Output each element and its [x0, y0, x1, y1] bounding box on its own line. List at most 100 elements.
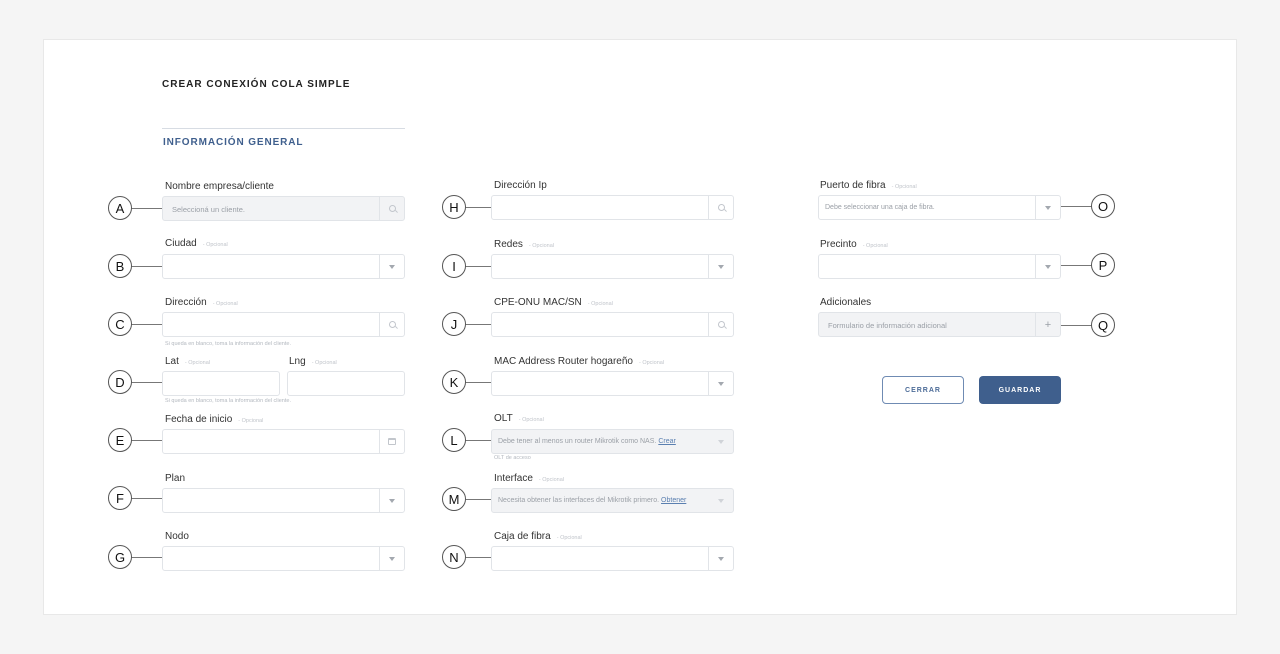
caja-fibra-select[interactable] [491, 546, 734, 571]
callout-connector [131, 498, 162, 499]
interface-label: Interface - Opcional [494, 473, 564, 484]
fecha-inicio-label: Fecha de inicio - Opcional [165, 414, 264, 425]
callout-connector [465, 382, 491, 383]
search-icon[interactable] [708, 196, 733, 219]
optional-tag: - Opcional [184, 360, 210, 366]
callout-connector [131, 208, 162, 209]
callout-connector [131, 440, 162, 441]
callout-badge: B [108, 254, 132, 278]
chevron-down-icon[interactable] [1035, 196, 1060, 219]
direccion-input[interactable] [162, 312, 405, 337]
ciudad-select[interactable] [162, 254, 405, 279]
callout-connector [465, 324, 491, 325]
callout-connector [465, 266, 491, 267]
ciudad-label: Ciudad - Opcional [165, 238, 228, 249]
callout-badge: C [108, 312, 132, 336]
callout-connector [131, 382, 162, 383]
caja-fibra-label: Caja de fibra - Opcional [494, 531, 582, 542]
search-icon[interactable] [708, 313, 733, 336]
section-divider [162, 128, 405, 129]
chevron-down-icon[interactable] [708, 489, 733, 512]
chevron-down-icon[interactable] [379, 255, 404, 278]
close-button[interactable]: CERRAR [882, 376, 964, 404]
lng-input[interactable] [287, 371, 405, 396]
adicionales-placeholder: Formulario de información adicional [828, 321, 947, 330]
optional-tag: - Opcional [638, 360, 665, 366]
calendar-icon[interactable] [379, 430, 404, 453]
chevron-down-icon[interactable] [708, 547, 733, 570]
callout-badge: E [108, 428, 132, 452]
plus-icon[interactable]: + [1035, 313, 1060, 336]
cpe-onu-input[interactable] [491, 312, 734, 337]
optional-tag: - Opcional [518, 417, 544, 423]
callout-badge: H [442, 195, 466, 219]
precinto-select[interactable] [818, 254, 1061, 279]
olt-select[interactable]: Debe tener al menos un router Mikrotik c… [491, 429, 734, 454]
puerto-fibra-placeholder: Debe seleccionar una caja de fibra. [825, 204, 935, 211]
precinto-label: Precinto - Opcional [820, 239, 888, 250]
olt-create-link[interactable]: Crear [658, 438, 676, 445]
chevron-down-icon[interactable] [708, 430, 733, 453]
lat-input[interactable] [162, 371, 280, 396]
direccion-label: Dirección - Opcional [165, 297, 238, 308]
plan-label: Plan [165, 473, 186, 484]
cliente-select[interactable]: Seleccioná un cliente. [162, 196, 405, 221]
callout-badge: I [442, 254, 466, 278]
lng-label: Lng - Opcional [289, 356, 337, 367]
cliente-placeholder: Seleccioná un cliente. [172, 205, 245, 214]
nodo-select[interactable] [162, 546, 405, 571]
direccion-ip-input[interactable] [491, 195, 734, 220]
optional-tag: - Opcional [862, 243, 888, 249]
interface-obtain-link[interactable]: Obtener [661, 497, 686, 504]
optional-tag: - Opcional [238, 418, 264, 424]
page-title: CREAR CONEXIÓN COLA SIMPLE [162, 79, 351, 90]
callout-badge: M [442, 487, 466, 511]
callout-badge: K [442, 370, 466, 394]
callout-badge: O [1091, 194, 1115, 218]
redes-label: Redes - Opcional [494, 239, 554, 250]
mac-router-select[interactable] [491, 371, 734, 396]
callout-connector [131, 324, 162, 325]
puerto-fibra-select[interactable]: Debe seleccionar una caja de fibra. [818, 195, 1061, 220]
save-button[interactable]: GUARDAR [979, 376, 1061, 404]
plan-select[interactable] [162, 488, 405, 513]
search-icon[interactable] [379, 313, 404, 336]
olt-label: OLT - Opcional [494, 413, 544, 424]
direccion-ip-label: Dirección Ip [494, 180, 547, 191]
optional-tag: - Opcional [528, 243, 554, 249]
puerto-fibra-label: Puerto de fibra - Opcional [820, 180, 917, 191]
callout-badge: L [442, 428, 466, 452]
callout-connector [1061, 265, 1092, 266]
redes-select[interactable] [491, 254, 734, 279]
fecha-inicio-input[interactable] [162, 429, 405, 454]
interface-select[interactable]: Necesita obtener las interfaces del Mikr… [491, 488, 734, 513]
nodo-label: Nodo [165, 531, 189, 542]
chevron-down-icon[interactable] [708, 372, 733, 395]
lng-hint: Si queda en blanco, toma la información … [165, 398, 291, 404]
olt-hint: OLT de acceso [494, 455, 531, 461]
chevron-down-icon[interactable] [1035, 255, 1060, 278]
optional-tag: - Opcional [311, 360, 337, 366]
chevron-down-icon[interactable] [379, 489, 404, 512]
optional-tag: - Opcional [587, 301, 613, 307]
callout-badge: P [1091, 253, 1115, 277]
callout-badge: A [108, 196, 132, 220]
adicionales-field[interactable]: Formulario de información adicional + [818, 312, 1061, 337]
chevron-down-icon[interactable] [708, 255, 733, 278]
callout-connector [465, 499, 491, 500]
callout-connector [465, 557, 491, 558]
callout-connector [131, 266, 162, 267]
olt-placeholder: Debe tener al menos un router Mikrotik c… [498, 438, 676, 445]
lat-label: Lat - Opcional [165, 356, 210, 367]
section-title: INFORMACIÓN GENERAL [163, 137, 304, 148]
adicionales-label: Adicionales [820, 297, 872, 308]
search-icon[interactable] [379, 197, 404, 220]
cpe-onu-label: CPE-ONU MAC/SN - Opcional [494, 297, 613, 308]
callout-badge: J [442, 312, 466, 336]
mac-router-label: MAC Address Router hogareño - Opcional [494, 356, 665, 367]
callout-badge: F [108, 486, 132, 510]
optional-tag: - Opcional [212, 301, 238, 307]
chevron-down-icon[interactable] [379, 547, 404, 570]
optional-tag: - Opcional [891, 184, 917, 190]
cliente-label: Nombre empresa/cliente [165, 181, 274, 192]
